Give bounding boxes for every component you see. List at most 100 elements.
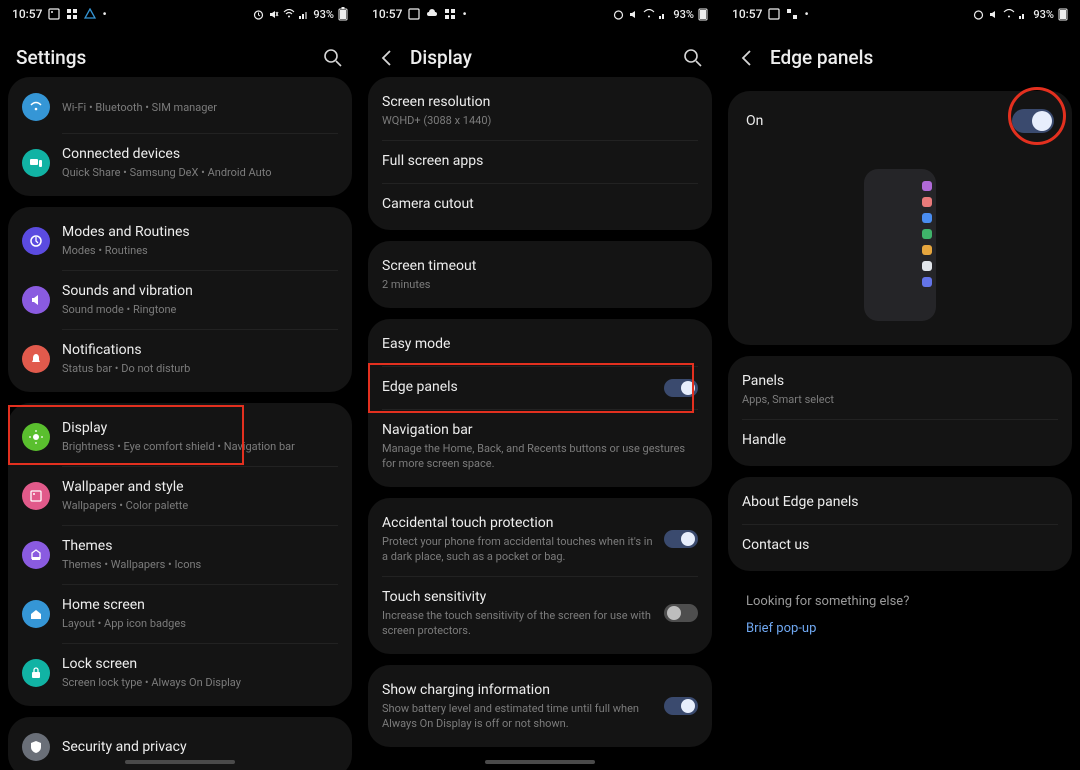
alarm-icon (973, 9, 984, 20)
battery-percent: 93% (673, 8, 694, 21)
settings-row-modes[interactable]: Modes and Routines Modes • Routines (8, 211, 352, 270)
display-group: Show charging information Show battery l… (368, 665, 712, 747)
back-button[interactable] (376, 47, 398, 69)
row-subtitle: WQHD+ (3088 x 1440) (382, 113, 698, 128)
edge-master-toggle[interactable] (1012, 109, 1054, 133)
battery-icon (338, 7, 348, 21)
settings-row-connected-devices[interactable]: Connected devices Quick Share • Samsung … (8, 133, 352, 192)
signal-icon (299, 9, 309, 19)
settings-row-display[interactable]: Display Brightness • Eye comfort shield … (8, 407, 352, 466)
mute-icon (628, 9, 639, 20)
search-button[interactable] (682, 47, 704, 69)
settings-row-themes[interactable]: Themes Themes • Wallpapers • Icons (8, 525, 352, 584)
apps-icon (444, 8, 456, 20)
alarm-icon (613, 9, 624, 20)
alarm-icon (253, 9, 264, 20)
row-edge-on[interactable]: On (728, 91, 1072, 151)
display-group: Screen resolution WQHD+ (3088 x 1440) Fu… (368, 77, 712, 230)
settings-row-sounds[interactable]: Sounds and vibration Sound mode • Ringto… (8, 270, 352, 329)
row-subtitle: Manage the Home, Back, and Recents butto… (382, 441, 698, 471)
row-touch-sensitivity[interactable]: Touch sensitivity Increase the touch sen… (368, 576, 712, 650)
sound-icon (22, 286, 50, 314)
edge-panel-preview (728, 151, 1072, 345)
lock-icon (22, 659, 50, 687)
row-about[interactable]: About Edge panels (728, 481, 1072, 524)
row-title: Sounds and vibration (62, 282, 338, 301)
status-time: 10:57 (372, 7, 402, 21)
header: Edge panels (720, 28, 1080, 91)
preview-dot (922, 181, 932, 191)
row-screen-resolution[interactable]: Screen resolution WQHD+ (3088 x 1440) (368, 81, 712, 140)
row-title: Security and privacy (62, 738, 338, 757)
row-edge-panels[interactable]: Edge panels (368, 366, 712, 409)
more-dot: • (804, 7, 808, 21)
settings-row-connections[interactable]: Wi-Fi • Bluetooth • SIM manager (8, 81, 352, 133)
page-title: Display (410, 46, 670, 69)
row-title: Connected devices (62, 145, 338, 164)
settings-group: Wi-Fi • Bluetooth • SIM manager Connecte… (8, 77, 352, 196)
row-title: Full screen apps (382, 152, 698, 171)
row-title: Touch sensitivity (382, 588, 656, 607)
mute-icon (988, 9, 999, 20)
settings-row-homescreen[interactable]: Home screen Layout • App icon badges (8, 584, 352, 643)
row-subtitle: Modes • Routines (62, 243, 338, 258)
display-group: Accidental touch protection Protect your… (368, 498, 712, 654)
charging-info-toggle[interactable] (664, 697, 698, 715)
more-dot: • (462, 7, 466, 21)
row-subtitle: Sound mode • Ringtone (62, 302, 338, 317)
search-button[interactable] (322, 47, 344, 69)
edge-settings-group: About Edge panels Contact us (728, 477, 1072, 571)
touch-sensitivity-toggle[interactable] (664, 604, 698, 622)
row-easy-mode[interactable]: Easy mode (368, 323, 712, 366)
row-title: Handle (742, 431, 1058, 450)
edge-panels-toggle[interactable] (664, 379, 698, 397)
gesture-pill[interactable] (125, 760, 235, 764)
status-time: 10:57 (732, 7, 762, 21)
row-title: Display (62, 419, 338, 438)
devices-icon (22, 149, 50, 177)
row-title: Themes (62, 537, 338, 556)
search-icon (323, 48, 343, 68)
accidental-touch-toggle[interactable] (664, 530, 698, 548)
row-contact[interactable]: Contact us (728, 524, 1072, 567)
row-title: Screen resolution (382, 93, 698, 112)
row-title: Screen timeout (382, 257, 698, 276)
signal-icon (1019, 9, 1029, 19)
edge-settings-group: Panels Apps, Smart select Handle (728, 356, 1072, 466)
row-screen-timeout[interactable]: Screen timeout 2 minutes (368, 245, 712, 304)
page-title: Edge panels (770, 46, 1064, 69)
row-subtitle: Brightness • Eye comfort shield • Naviga… (62, 439, 338, 454)
row-fullscreen-apps[interactable]: Full screen apps (368, 140, 712, 183)
preview-dot (922, 197, 932, 207)
gesture-pill[interactable] (485, 760, 595, 764)
back-button[interactable] (736, 47, 758, 69)
preview-dot (922, 261, 932, 271)
row-handle[interactable]: Handle (728, 419, 1072, 462)
wifi-icon (22, 93, 50, 121)
home-icon (22, 600, 50, 628)
battery-icon (698, 7, 708, 21)
row-navigation-bar[interactable]: Navigation bar Manage the Home, Back, an… (368, 409, 712, 483)
row-title: Show charging information (382, 681, 656, 700)
link-brief-popup[interactable]: Brief pop-up (728, 611, 1072, 652)
row-subtitle: Layout • App icon badges (62, 616, 338, 631)
row-title: Navigation bar (382, 421, 698, 440)
row-title: Easy mode (382, 335, 698, 354)
status-time: 10:57 (12, 7, 42, 21)
row-title: About Edge panels (742, 493, 1058, 512)
row-subtitle: Increase the touch sensitivity of the sc… (382, 608, 656, 638)
row-panels[interactable]: Panels Apps, Smart select (728, 360, 1072, 419)
settings-row-lockscreen[interactable]: Lock screen Screen lock type • Always On… (8, 643, 352, 702)
row-subtitle: Screen lock type • Always On Display (62, 675, 338, 690)
battery-icon (1058, 7, 1068, 21)
on-label: On (746, 112, 1012, 131)
search-icon (683, 48, 703, 68)
settings-row-notifications[interactable]: Notifications Status bar • Do not distur… (8, 329, 352, 388)
preview-dot (922, 277, 932, 287)
row-accidental-touch[interactable]: Accidental touch protection Protect your… (368, 502, 712, 576)
status-bar: 10:57 • 93% (720, 0, 1080, 28)
row-subtitle: Status bar • Do not disturb (62, 361, 338, 376)
settings-row-wallpaper[interactable]: Wallpaper and style Wallpapers • Color p… (8, 466, 352, 525)
row-camera-cutout[interactable]: Camera cutout (368, 183, 712, 226)
row-charging-info[interactable]: Show charging information Show battery l… (368, 669, 712, 743)
